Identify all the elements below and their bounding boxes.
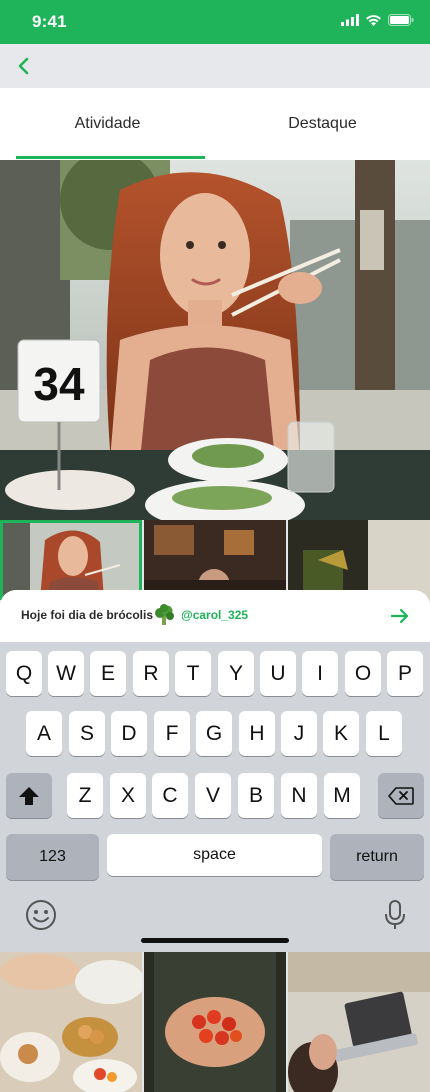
broccoli-icon	[155, 604, 174, 625]
numbers-key[interactable]: 123	[6, 834, 99, 880]
key-m[interactable]: M	[324, 773, 360, 818]
key-h[interactable]: H	[239, 711, 275, 756]
active-tab-indicator	[16, 156, 205, 159]
caption-username[interactable]: @carol_325	[181, 608, 248, 622]
battery-icon	[388, 14, 414, 26]
grid-photo-tomatoes[interactable]	[144, 952, 286, 1092]
key-g[interactable]: G	[196, 711, 232, 756]
send-arrow-icon[interactable]	[390, 606, 410, 626]
key-c[interactable]: C	[152, 773, 188, 818]
status-time: 9:41	[32, 12, 67, 31]
key-y[interactable]: Y	[218, 651, 254, 696]
thumbnail-1[interactable]	[0, 520, 142, 600]
keyboard: Q W E R T Y U I O P A S D F G H J K L Z …	[0, 642, 430, 952]
key-v[interactable]: V	[195, 773, 231, 818]
status-bar: 9:41	[0, 0, 430, 44]
wifi-icon	[366, 15, 381, 26]
key-s[interactable]: S	[69, 711, 105, 756]
grid-photo-breakfast[interactable]	[0, 952, 142, 1092]
tab-atividade[interactable]: Atividade	[0, 88, 215, 160]
key-e[interactable]: E	[90, 651, 126, 696]
shift-key[interactable]	[6, 773, 52, 818]
space-key[interactable]: space	[107, 834, 322, 876]
status-icons	[341, 14, 414, 26]
home-indicator	[141, 938, 289, 943]
key-q[interactable]: Q	[6, 651, 42, 696]
backspace-key[interactable]	[378, 773, 424, 818]
key-u[interactable]: U	[260, 651, 296, 696]
main-photo[interactable]: 34	[0, 160, 430, 520]
key-x[interactable]: X	[110, 773, 146, 818]
back-chevron-icon[interactable]	[12, 54, 36, 78]
signal-icon	[341, 14, 359, 26]
key-n[interactable]: N	[281, 773, 317, 818]
emoji-icon[interactable]	[25, 899, 57, 931]
caption-bar: Hoje foi dia de brócolis @carol_325	[0, 590, 430, 642]
thumbnail-3[interactable]	[288, 520, 430, 600]
key-i[interactable]: I	[302, 651, 338, 696]
microphone-icon[interactable]	[384, 899, 406, 931]
grid-photo-laptop[interactable]	[288, 952, 430, 1092]
shift-icon	[19, 786, 39, 805]
key-d[interactable]: D	[111, 711, 147, 756]
return-key[interactable]: return	[330, 834, 424, 880]
key-l[interactable]: L	[366, 711, 402, 756]
nav-bar	[0, 44, 430, 88]
key-r[interactable]: R	[133, 651, 169, 696]
photo-grid-bottom	[0, 952, 430, 1092]
caption-text: Hoje foi dia de brócolis	[21, 608, 154, 622]
tab-bar: Atividade Destaque	[0, 88, 430, 160]
key-t[interactable]: T	[175, 651, 211, 696]
tab-destaque[interactable]: Destaque	[215, 88, 430, 160]
key-k[interactable]: K	[323, 711, 359, 756]
key-w[interactable]: W	[48, 651, 84, 696]
key-z[interactable]: Z	[67, 773, 103, 818]
key-p[interactable]: P	[387, 651, 423, 696]
table-number: 34	[33, 358, 85, 410]
key-j[interactable]: J	[281, 711, 317, 756]
key-o[interactable]: O	[345, 651, 381, 696]
key-f[interactable]: F	[154, 711, 190, 756]
thumbnail-2[interactable]	[144, 520, 286, 600]
key-b[interactable]: B	[238, 773, 274, 818]
key-a[interactable]: A	[26, 711, 62, 756]
backspace-icon	[388, 786, 414, 805]
thumbnail-strip	[0, 520, 430, 600]
